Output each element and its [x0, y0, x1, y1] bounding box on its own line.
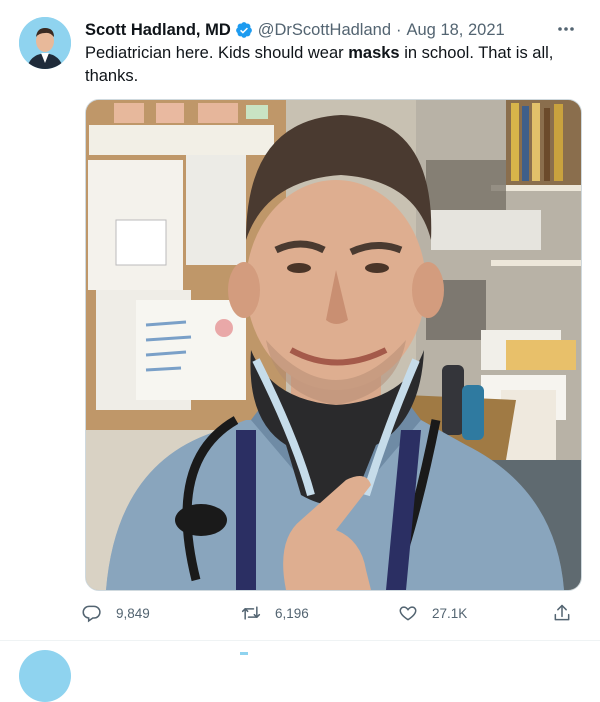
header-separator: ·: [396, 20, 402, 39]
reply-count: 9,849: [116, 605, 150, 621]
reply-icon: [82, 605, 101, 623]
tweet[interactable]: Scott Hadland, MD @DrScottHadland · Aug …: [0, 0, 600, 641]
tweet-photo[interactable]: [85, 99, 582, 591]
like-count: 27.1K: [432, 605, 468, 621]
verified-badge-icon: [235, 21, 253, 39]
retweet-count: 6,196: [275, 605, 309, 621]
tweet-text-start: Pediatrician here. Kids should wear: [85, 44, 349, 62]
tweet-date[interactable]: Aug 18, 2021: [407, 21, 505, 40]
share-icon: [554, 604, 570, 621]
author-avatar[interactable]: [19, 17, 71, 69]
share-button[interactable]: [552, 596, 572, 630]
retweet-button[interactable]: 6,196: [241, 596, 309, 630]
author-name[interactable]: Scott Hadland, MD: [85, 21, 231, 40]
tweet-text-bold: masks: [348, 44, 400, 62]
heart-icon: [399, 606, 417, 621]
tweet-actions: 9,849 6,196 27.1K: [78, 596, 588, 630]
more-options-icon[interactable]: [552, 15, 580, 43]
author-handle[interactable]: @DrScottHadland: [258, 21, 391, 40]
tweet-header: Scott Hadland, MD @DrScottHadland · Aug …: [85, 19, 580, 41]
next-tweet-avatar[interactable]: [19, 650, 71, 702]
reply-button[interactable]: 9,849: [82, 596, 150, 630]
tweet-text: Pediatrician here. Kids should wear mask…: [85, 42, 565, 88]
like-button[interactable]: 27.1K: [398, 596, 467, 630]
retweet-icon: [241, 606, 261, 620]
